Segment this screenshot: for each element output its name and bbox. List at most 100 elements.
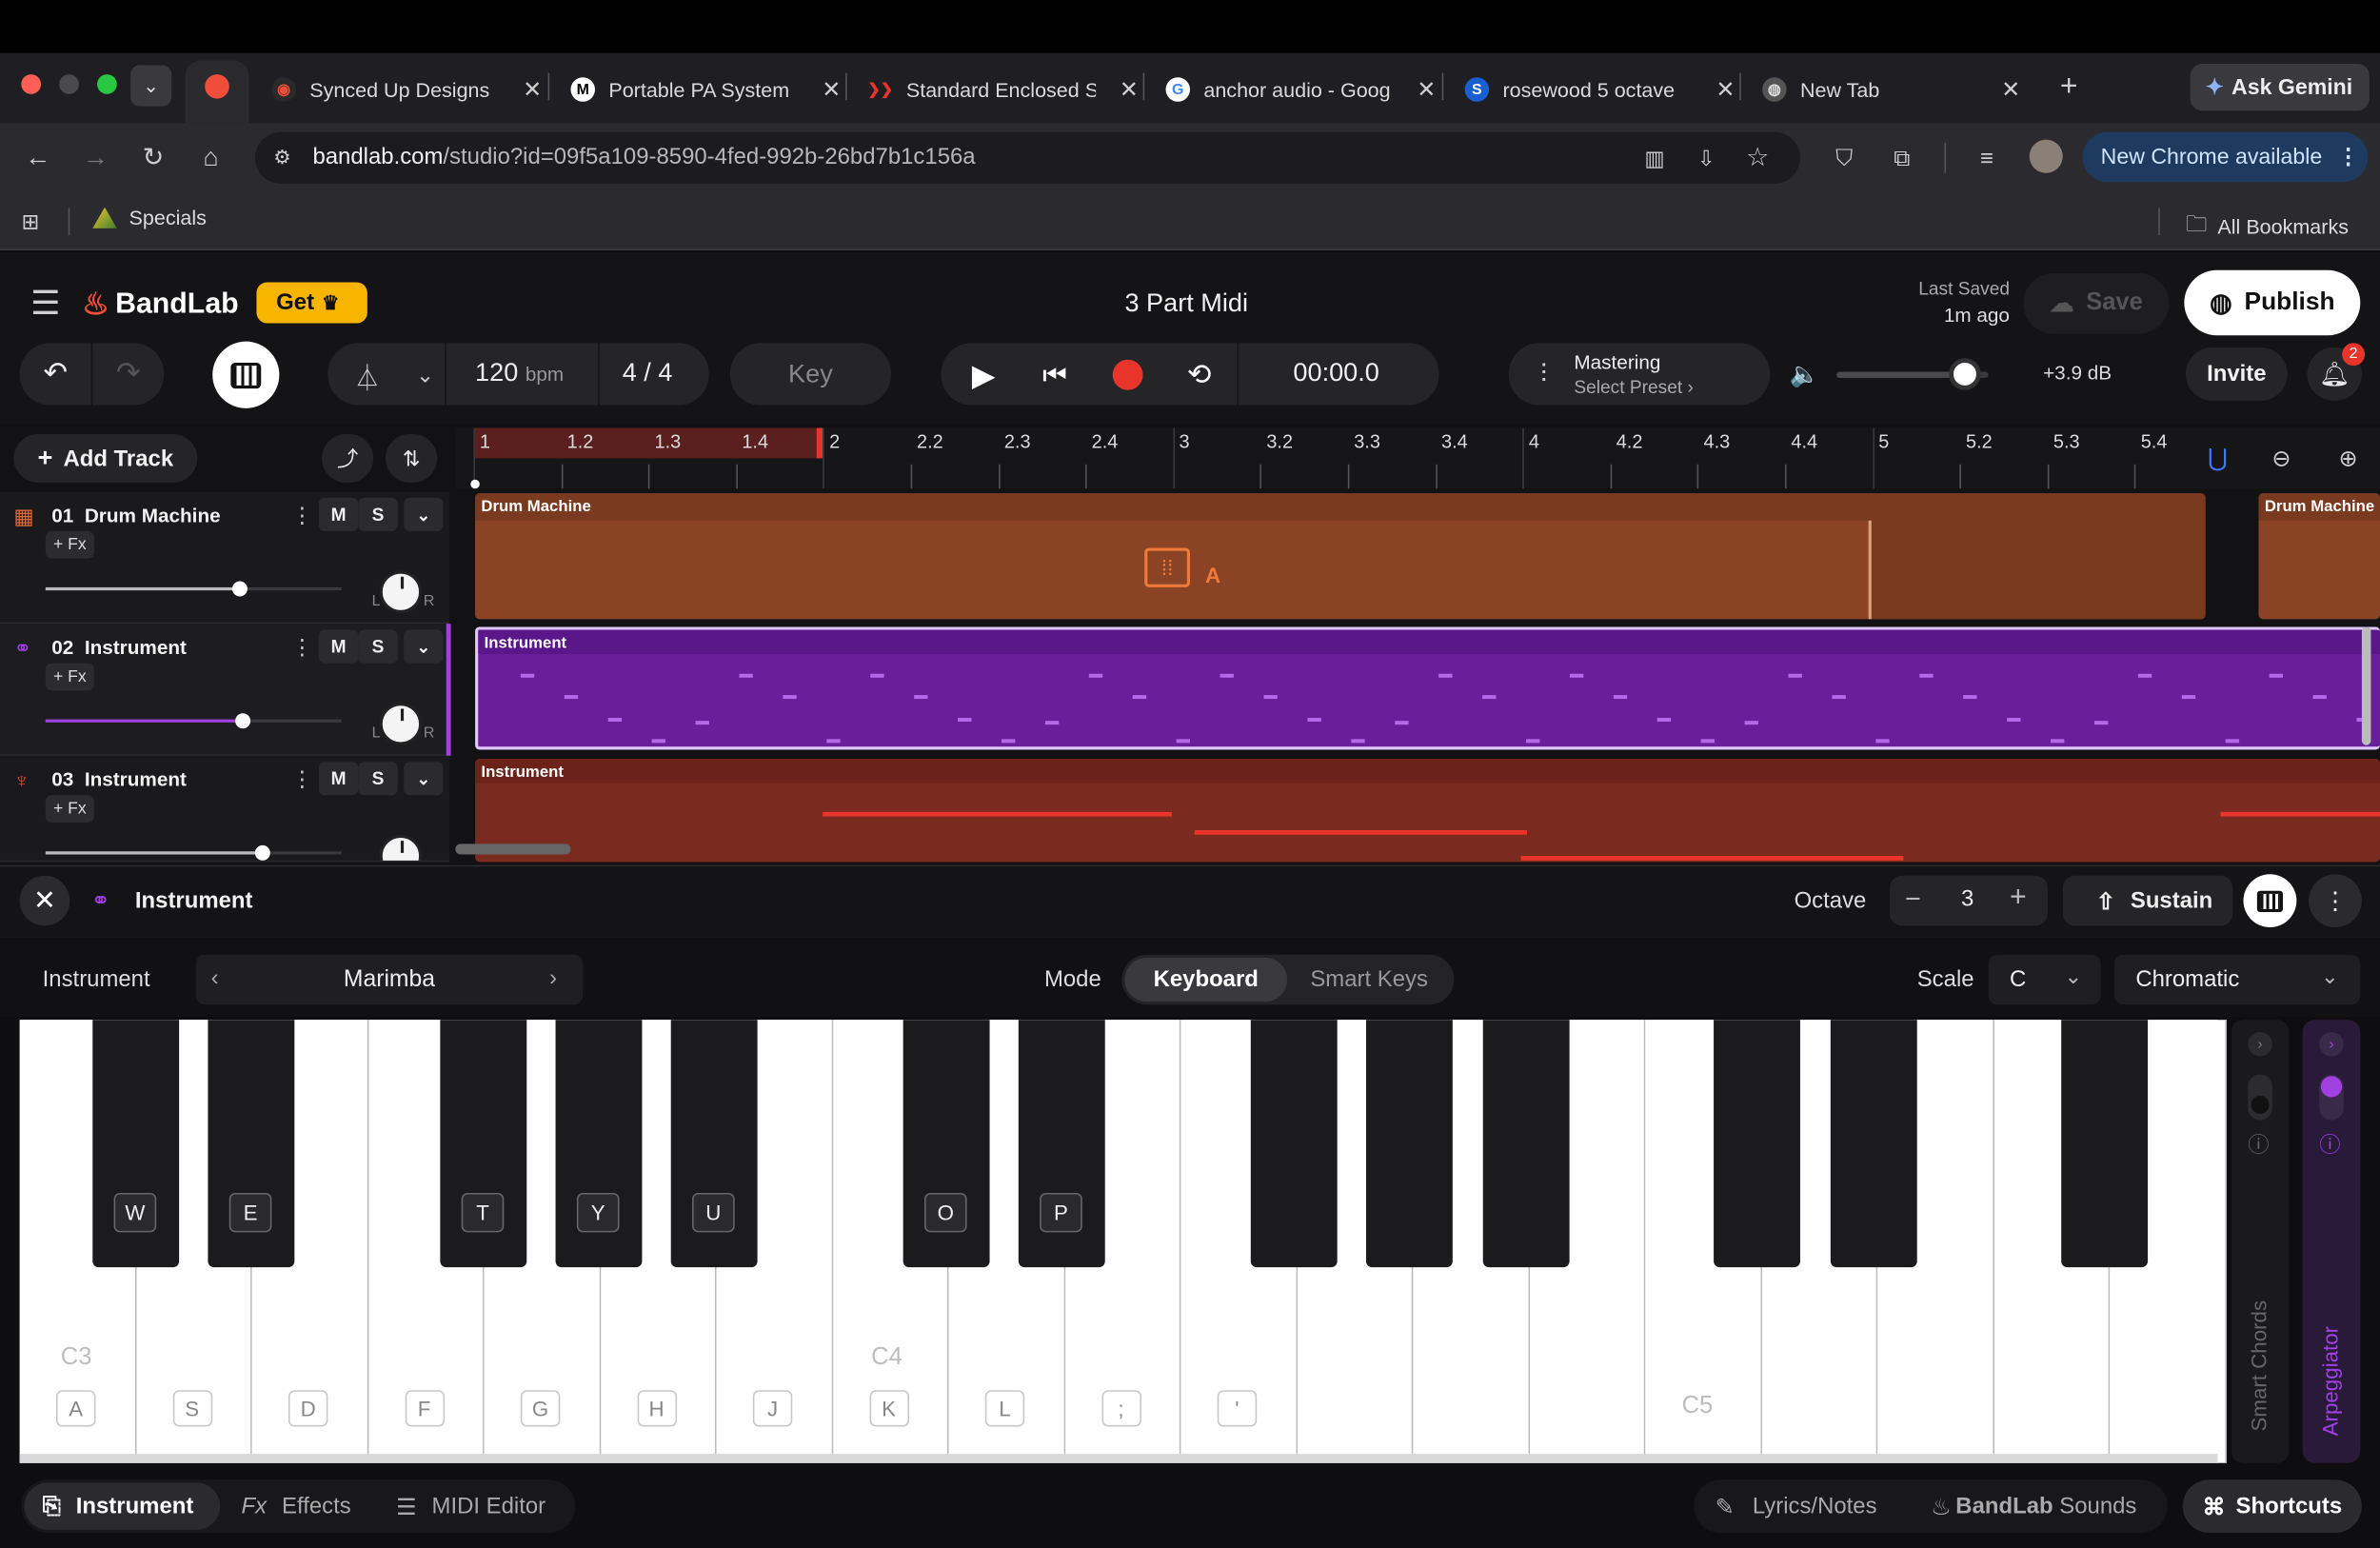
volume-thumb[interactable] — [254, 844, 270, 861]
octave-increase-button[interactable]: + — [2010, 882, 2027, 915]
more-options-button[interactable]: ⋮ — [2309, 874, 2362, 927]
black-key[interactable] — [1250, 1020, 1338, 1268]
black-key[interactable] — [1714, 1020, 1800, 1268]
url-text[interactable]: bandlab.com/studio?id=09f5a109-8590-4fed… — [312, 144, 975, 169]
zoom-out-icon[interactable]: ⊖ — [2265, 442, 2298, 475]
hamburger-menu-icon[interactable]: ☰ — [28, 284, 64, 322]
track-volume-slider[interactable] — [45, 844, 342, 861]
playhead[interactable] — [470, 479, 480, 489]
track-options-icon[interactable]: ⋮ — [291, 634, 312, 660]
scale-root-select[interactable]: C ⌄ — [1988, 954, 2101, 1005]
mastering-button[interactable]: ⫶ Mastering Select Preset › — [1508, 343, 1771, 406]
solo-button[interactable]: S — [358, 629, 398, 664]
browser-tab[interactable]: ◉ Synced Up Designs ✕ — [271, 66, 542, 114]
redo-button[interactable]: ↷ — [92, 343, 165, 406]
black-key[interactable] — [1830, 1020, 1917, 1268]
browser-tab[interactable]: ❯❯ Standard Enclosed S ✕ — [868, 66, 1139, 114]
invite-button[interactable]: Invite — [2185, 347, 2288, 401]
tab-effects[interactable]: Fx Effects — [242, 1482, 351, 1529]
time-signature[interactable]: 4 / 4 — [623, 358, 673, 388]
pan-knob[interactable] — [379, 834, 423, 861]
smart-chords-rail[interactable]: › ⓘ Smart Chords — [2231, 1020, 2290, 1463]
key-button[interactable]: Key — [729, 343, 891, 406]
minimize-window-button[interactable] — [59, 74, 79, 94]
black-key[interactable]: Y — [555, 1020, 643, 1268]
snap-magnet-icon[interactable]: ⋃ — [2201, 442, 2234, 475]
browser-tab[interactable]: ◍ New Tab ✕ — [1762, 66, 2020, 114]
black-key[interactable]: P — [1018, 1020, 1105, 1268]
solo-button[interactable]: S — [358, 762, 398, 796]
tab-close-icon[interactable]: ✕ — [822, 76, 841, 103]
back-arrow-icon[interactable]: ← — [21, 141, 54, 174]
keyboard-view-button[interactable] — [2243, 874, 2297, 927]
track-volume-slider[interactable] — [45, 581, 342, 597]
shield-extension-icon[interactable]: ⛉ — [1828, 141, 1861, 174]
sustain-button[interactable]: ⇧ Sustain — [2062, 875, 2233, 926]
speaker-icon[interactable]: 🔈 — [1788, 358, 1821, 391]
pan-knob[interactable] — [379, 703, 423, 745]
track-name[interactable]: 02 Instrument — [51, 636, 187, 659]
add-fx-button[interactable]: + Fx — [45, 663, 94, 691]
chevron-down-icon[interactable]: ⌄ — [404, 497, 444, 531]
shortcuts-button[interactable]: ⌘ Shortcuts — [2182, 1479, 2362, 1534]
info-icon[interactable]: ⓘ — [2248, 1129, 2269, 1160]
browser-tab[interactable]: Srosewood 5 octave ✕ — [1464, 66, 1735, 114]
tab-close-icon[interactable]: ✕ — [523, 76, 542, 103]
loop-end-marker[interactable] — [816, 427, 823, 459]
track-volume-slider[interactable] — [45, 713, 342, 729]
black-key[interactable] — [1482, 1020, 1570, 1268]
black-key[interactable]: O — [902, 1020, 990, 1268]
keyboard-toggle-button[interactable] — [212, 341, 280, 408]
record-button[interactable] — [1112, 359, 1143, 390]
tab-instrument[interactable]: ⎘ Instrument — [24, 1482, 221, 1530]
expand-icon[interactable]: › — [2319, 1031, 2344, 1057]
skip-to-start-icon[interactable]: ⏮ — [1037, 357, 1073, 393]
mute-button[interactable]: M — [318, 629, 359, 664]
reload-icon[interactable]: ↻ — [136, 141, 169, 174]
publish-button[interactable]: ◍ Publish — [2184, 269, 2361, 336]
reader-mode-icon[interactable]: ▥ — [1639, 143, 1670, 173]
clip-drum-machine-2[interactable]: Drum Machine — [2258, 493, 2380, 620]
all-bookmarks-button[interactable]: 🗀 All Bookmarks — [2186, 208, 2349, 244]
tab-midi-editor[interactable]: ☰ MIDI Editor — [396, 1482, 545, 1529]
loop-icon[interactable]: ⟲ — [1180, 357, 1217, 393]
chevron-down-icon[interactable]: ⌄ — [404, 762, 444, 796]
bandlab-sounds-button[interactable]: ♨ BandLab Sounds — [1931, 1482, 2136, 1529]
vertical-scrollbar[interactable] — [2361, 626, 2371, 745]
solo-button[interactable]: S — [358, 497, 398, 531]
address-bar[interactable]: ⚙ bandlab.com/studio?id=09f5a109-8590-4f… — [254, 131, 1800, 184]
track-header-1[interactable]: ▦ 01 Drum Machine ⋮ M S ⌄ + Fx L R — [0, 491, 449, 625]
mute-button[interactable]: M — [318, 762, 359, 796]
home-icon[interactable]: ⌂ — [194, 141, 228, 174]
maximize-window-button[interactable] — [97, 74, 117, 94]
chevron-down-icon[interactable]: ⌄ — [404, 629, 444, 664]
save-button[interactable]: ☁ Save — [2023, 272, 2170, 334]
tab-close-icon[interactable]: ✕ — [1417, 76, 1436, 103]
arpeggiator-rail[interactable]: › ⓘ Arpeggiator — [2302, 1020, 2361, 1463]
tab-close-icon[interactable]: ✕ — [1716, 76, 1735, 103]
loop-region[interactable] — [473, 427, 823, 459]
profile-avatar[interactable] — [2029, 139, 2063, 173]
timeline-ruler[interactable]: 1 1.2 1.3 1.4 2 2.2 2.3 2.4 3 3.2 3.3 3.4 4 4.2 4.3 4.4… — [455, 427, 2380, 489]
scale-type-select[interactable]: Chromatic ⌄ — [2113, 954, 2361, 1005]
new-chrome-available-button[interactable]: New Chrome available ⋮ — [2082, 131, 2369, 183]
undo-button[interactable]: ↶ — [19, 343, 91, 406]
clip-instrument-2[interactable]: Instrument — [475, 626, 2380, 750]
info-icon[interactable]: ⓘ — [2319, 1129, 2340, 1160]
fit-tracks-button[interactable]: ⇅ — [385, 433, 438, 483]
close-panel-button[interactable]: ✕ — [19, 875, 70, 926]
apps-grid-icon[interactable]: ⊞ — [17, 208, 45, 235]
master-volume-slider[interactable] — [1836, 358, 1989, 390]
bandlab-logo[interactable]: ♨ BandLab — [82, 286, 239, 324]
black-key[interactable]: W — [92, 1020, 180, 1268]
tab-pinned-bandlab[interactable] — [185, 60, 249, 124]
mute-button[interactable]: M — [318, 497, 359, 531]
clip-drum-machine[interactable]: Drum Machine ⁞⁞ A — [475, 493, 2206, 620]
volume-thumb[interactable] — [235, 713, 251, 729]
black-key[interactable]: E — [208, 1020, 295, 1268]
track-name[interactable]: 01 Drum Machine — [51, 504, 220, 526]
track-options-icon[interactable]: ⋮ — [291, 503, 312, 528]
install-app-icon[interactable]: ⇩ — [1691, 143, 1721, 173]
track-options-icon[interactable]: ⋮ — [291, 766, 312, 792]
volume-thumb[interactable] — [231, 581, 248, 597]
